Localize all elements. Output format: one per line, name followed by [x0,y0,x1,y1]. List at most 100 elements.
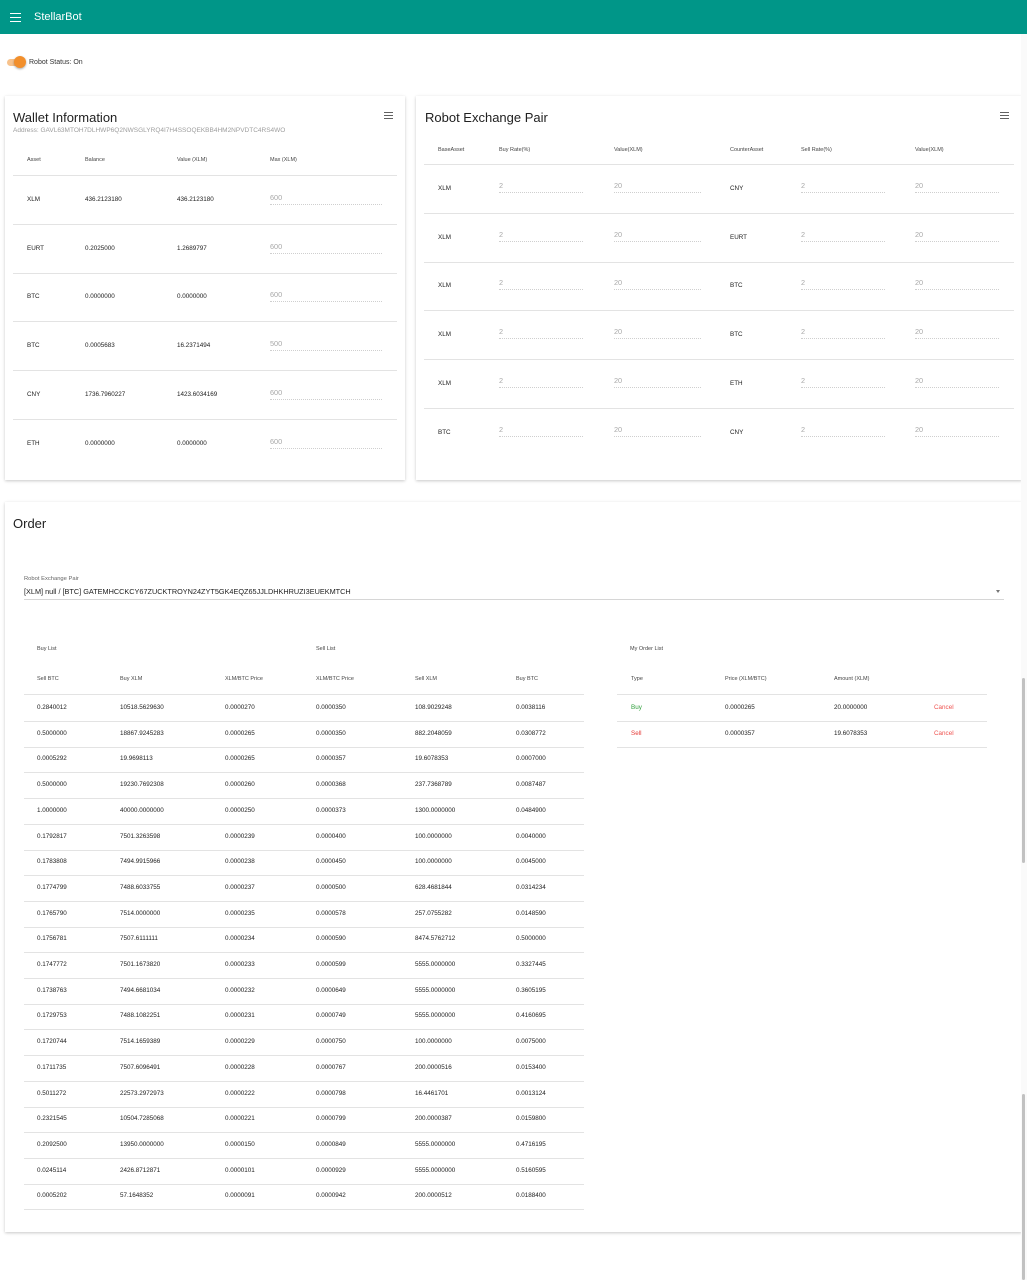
my-order-type: Sell [631,729,642,737]
sell-buy-btc: 0.0159800 [516,1115,546,1123]
buy-sell-btc: 0.1729753 [37,1012,67,1020]
wallet-balance: 0.0000000 [85,439,115,447]
app-bar: StellarBot [0,0,1027,34]
buy-buy-xlm: 18867.9245283 [120,729,164,737]
wallet-max-input[interactable]: 600 [270,388,382,400]
buy-price: 0.0000234 [225,935,255,943]
robot-status-toggle[interactable] [5,56,26,68]
sell-buy-btc: 0.0153400 [516,1063,546,1071]
wallet-max-input[interactable]: 500 [270,339,382,352]
buy-buy-xlm: 57.1648352 [120,1192,154,1200]
my-order-amount: 20.0000000 [834,704,868,711]
pair-base-asset: XLM [438,379,451,387]
buy-value-input[interactable]: 20 [614,181,701,193]
table-row-divider [24,978,584,979]
buy-value-input[interactable]: 20 [614,376,701,388]
buy-value-input[interactable]: 20 [614,230,701,242]
divider [424,359,1014,361]
sell-sell-xlm: 8474.5762712 [415,935,456,943]
sell-rate-input[interactable]: 2 [801,181,885,193]
sell-price: 0.0000368 [316,781,346,789]
table-row-divider [24,1209,584,1211]
buy-price: 0.0000233 [225,961,255,968]
sell-price: 0.0000599 [316,961,346,968]
wallet-balance: 0.0005683 [85,342,115,350]
sell-value-input[interactable]: 20 [915,181,999,193]
pair-base-asset: XLM [438,185,451,192]
sell-value-input[interactable]: 20 [915,425,999,437]
buy-price: 0.0000239 [225,832,255,840]
sell-value-input[interactable]: 20 [915,230,999,242]
wallet-max-input[interactable]: 600 [270,437,382,449]
wallet-address: Address: GAVL63MTOH7DLHWP6Q2NWSGLYRQ4I7H… [13,127,286,134]
divider [13,224,397,225]
exchange-pair-menu-icon[interactable] [1000,112,1010,120]
sell-price: 0.0000578 [316,909,346,917]
buy-rate-input[interactable]: 2 [499,327,583,340]
buy-rate-input[interactable]: 2 [499,376,583,388]
sell-list-header: Buy BTC [516,676,539,682]
sell-sell-xlm: 16.4461701 [415,1089,449,1097]
my-order-header: Type [631,676,643,682]
sell-sell-xlm: 100.0000000 [415,858,452,866]
sell-buy-btc: 0.0484900 [516,806,546,814]
wallet-asset: CNY [27,390,41,398]
robot-status-row: Robot Status: On [5,56,83,68]
buy-price: 0.0000229 [225,1038,255,1046]
buy-buy-xlm: 7494.6681034 [120,986,161,994]
buy-rate-input[interactable]: 2 [499,278,583,291]
select-underline [24,599,1004,600]
sell-list-header: Sell XLM [415,676,438,682]
sell-price: 0.0000649 [316,986,346,994]
table-row-divider [24,1055,584,1057]
sell-rate-input[interactable]: 2 [801,327,885,340]
scrollbar-thumb[interactable] [1022,678,1025,863]
divider [424,213,1014,214]
exchange-pair-select[interactable]: [XLM] null / [BTC] GATEMHCCKCY67ZUCKTROY… [24,587,351,596]
sell-rate-input[interactable]: 2 [801,376,885,388]
buy-value-input[interactable]: 20 [614,327,701,340]
sell-rate-input[interactable]: 2 [801,278,885,291]
divider [13,321,397,323]
cancel-order-button[interactable]: Cancel [934,704,954,711]
sell-sell-xlm: 1300.0000000 [415,806,456,814]
scrollbar-thumb-lower[interactable] [1022,1094,1025,1280]
buy-value-input[interactable]: 20 [614,425,701,437]
my-order-amount: 19.6078353 [834,729,868,737]
cancel-order-button[interactable]: Cancel [934,730,954,737]
toggle-thumb [14,56,26,68]
buy-buy-xlm: 19230.7692308 [120,781,164,789]
buy-value-input[interactable]: 20 [614,278,701,291]
sell-buy-btc: 0.0007000 [516,755,546,763]
dropdown-arrow-icon[interactable] [996,590,1000,593]
robot-status-label: Robot Status: On [29,58,83,66]
sell-value-input[interactable]: 20 [915,376,999,388]
sell-value-input[interactable]: 20 [915,278,999,291]
buy-rate-input[interactable]: 2 [499,230,583,242]
menu-icon[interactable] [10,12,24,23]
buy-sell-btc: 0.5000000 [37,781,67,789]
buy-price: 0.0000270 [225,704,255,711]
buy-rate-input[interactable]: 2 [499,425,583,437]
buy-sell-btc: 0.0005292 [37,755,67,763]
sell-sell-xlm: 5555.0000000 [415,986,456,994]
wallet-value: 436.2123180 [177,196,214,203]
sell-rate-input[interactable]: 2 [801,230,885,242]
wallet-max-input[interactable]: 600 [270,290,382,303]
wallet-menu-icon[interactable] [384,112,394,120]
my-order-price: 0.0000357 [725,729,755,737]
wallet-max-input[interactable]: 600 [270,193,382,205]
sell-value-input[interactable]: 20 [915,327,999,340]
table-row-divider [24,1003,584,1005]
wallet-balance: 0.0000000 [85,293,115,301]
wallet-max-input[interactable]: 600 [270,242,382,254]
buy-buy-xlm: 7514.1659389 [120,1038,161,1046]
divider [617,694,987,695]
buy-price: 0.0000150 [225,1140,255,1148]
buy-price: 0.0000222 [225,1089,255,1097]
sell-rate-input[interactable]: 2 [801,425,885,437]
buy-rate-input[interactable]: 2 [499,181,583,193]
sell-sell-xlm: 628.4681844 [415,883,452,891]
table-row-divider [24,1106,584,1108]
table-row-divider [24,1080,584,1082]
